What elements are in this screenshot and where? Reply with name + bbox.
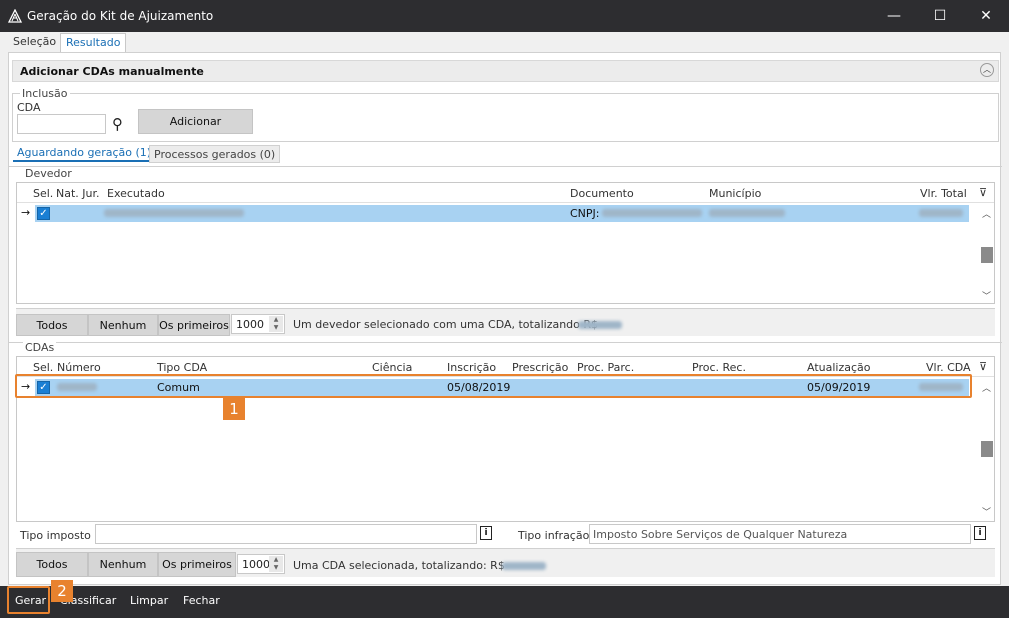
divider [9, 166, 1002, 167]
minimize-icon: — [887, 8, 901, 24]
col-atualizacao[interactable]: Atualização [807, 361, 871, 374]
adicionar-button[interactable]: Adicionar [138, 109, 253, 134]
maximize-button[interactable]: ☐ [917, 0, 963, 32]
count-value: 1000 [236, 318, 264, 331]
col-ciencia[interactable]: Ciência [372, 361, 412, 374]
maximize-icon: ☐ [933, 8, 947, 24]
scroll-thumb[interactable] [981, 441, 993, 457]
col-tipo-cda[interactable]: Tipo CDA [157, 361, 207, 374]
step-badge-2: 2 [51, 580, 73, 602]
resultado-panel: Adicionar CDAs manualmente ︿ Inclusão CD… [8, 52, 1002, 585]
highlight-cda-row [15, 374, 972, 398]
col-numero[interactable]: Número [57, 361, 101, 374]
section-title: Adicionar CDAs manualmente [20, 65, 204, 78]
tab-resultado[interactable]: Resultado [60, 33, 127, 52]
devedor-grid: Sel. Nat. Jur. Executado Documento Munic… [16, 182, 995, 304]
scroll-up-icon[interactable]: ︿ [979, 381, 994, 395]
devedor-toolbar: Todos Nenhum Os primeiros 1000 ▲ ▼ Um dev… [16, 308, 995, 336]
devedor-grid-header: Sel. Nat. Jur. Executado Documento Munic… [17, 183, 994, 203]
stepper-arrows-icon[interactable]: ▲ ▼ [269, 316, 283, 332]
os-primeiros-button[interactable]: Os primeiros [158, 314, 230, 336]
col-vlr-total[interactable]: Vlr. Total [920, 187, 967, 200]
close-button[interactable]: ✕ [963, 0, 1009, 32]
info-icon[interactable]: i [974, 526, 986, 540]
app-logo-icon [8, 9, 22, 23]
col-prescricao[interactable]: Prescrição [512, 361, 568, 374]
collapse-chevron-icon[interactable]: ︿ [980, 63, 994, 77]
documento-prefix: CNPJ: [570, 207, 600, 220]
col-vlr-cda[interactable]: Vlr. CDA [926, 361, 971, 374]
filter-icon[interactable]: ⊽ [979, 187, 991, 199]
vlr-total-value [919, 209, 963, 217]
cdas-total-value [502, 562, 546, 570]
devedor-summary: Um devedor selecionado com uma CDA, tota… [293, 318, 599, 331]
scroll-up-icon[interactable]: ︿ [979, 207, 994, 221]
table-row[interactable]: CNPJ: [35, 205, 969, 222]
todos-button[interactable]: Todos [16, 314, 88, 336]
bottom-action-bar: Gerar Classificar Limpar Fechar [0, 586, 1009, 618]
cdas-count-stepper[interactable]: 1000 ▲ ▼ [237, 554, 285, 574]
nenhum-button[interactable]: Nenhum [88, 552, 158, 577]
col-nat-jur[interactable]: Nat. Jur. [56, 187, 100, 200]
cdas-scrollbar[interactable]: ︿ ﹀ [979, 379, 994, 521]
row-pointer-arrow-icon: → [21, 206, 31, 219]
cdas-group-title: CDAs [23, 341, 57, 354]
col-sel[interactable]: Sel. [33, 187, 53, 200]
scroll-thumb[interactable] [981, 247, 993, 263]
minimize-button[interactable]: — [871, 0, 917, 32]
nenhum-button[interactable]: Nenhum [88, 314, 158, 336]
step-badge-1: 1 [223, 398, 245, 420]
cdas-toolbar: Todos Nenhum Os primeiros 1000 ▲ ▼ Uma CD… [16, 548, 995, 577]
devedor-scrollbar[interactable]: ︿ ﹀ [979, 205, 994, 303]
cda-label: CDA [17, 101, 41, 114]
scroll-down-icon[interactable]: ﹀ [979, 289, 994, 303]
count-value: 1000 [242, 558, 270, 571]
tipo-infracao-field[interactable]: Imposto Sobre Serviços de Qualquer Natur… [589, 524, 971, 544]
municipio-value [709, 209, 785, 217]
limpar-button[interactable]: Limpar [130, 594, 168, 607]
kit-ajuizamento-window: Geração do Kit de Ajuizamento — ☐ ✕ Sele… [0, 0, 1009, 618]
row-checkbox[interactable]: ✓ [37, 207, 50, 220]
divider [9, 342, 1002, 343]
title-bar: Geração do Kit de Ajuizamento — ☐ ✕ [0, 0, 1009, 32]
devedor-group-title: Devedor [23, 167, 74, 180]
col-sel[interactable]: Sel. [33, 361, 53, 374]
fechar-button[interactable]: Fechar [183, 594, 220, 607]
search-icon[interactable]: ⚲ [112, 115, 123, 133]
devedor-count-stepper[interactable]: 1000 ▲ ▼ [231, 314, 285, 334]
cdas-summary: Uma CDA selecionada, totalizando: R$ [293, 559, 505, 572]
scroll-down-icon[interactable]: ﹀ [979, 505, 994, 519]
cda-input[interactable] [17, 114, 106, 134]
section-header[interactable]: Adicionar CDAs manualmente ︿ [12, 60, 999, 82]
stepper-arrows-icon[interactable]: ▲ ▼ [269, 556, 283, 572]
close-icon: ✕ [980, 8, 992, 24]
devedor-total-value [578, 321, 622, 329]
filter-icon[interactable]: ⊽ [979, 361, 991, 373]
subtab-processos[interactable]: Processos gerados (0) [149, 145, 281, 163]
col-documento[interactable]: Documento [570, 187, 634, 200]
executado-value [104, 209, 244, 217]
col-proc-rec[interactable]: Proc. Rec. [692, 361, 746, 374]
window-title: Geração do Kit de Ajuizamento [27, 9, 214, 23]
col-municipio[interactable]: Município [709, 187, 761, 200]
col-proc-parc[interactable]: Proc. Parc. [577, 361, 634, 374]
info-icon[interactable]: i [480, 526, 492, 540]
todos-button[interactable]: Todos [16, 552, 88, 577]
os-primeiros-button[interactable]: Os primeiros [158, 552, 236, 577]
subtab-aguardando[interactable]: Aguardando geração (1) [13, 144, 156, 162]
tipo-imposto-field[interactable] [95, 524, 477, 544]
tipo-infracao-label: Tipo infração [518, 529, 590, 542]
inclusao-group-title: Inclusão [20, 87, 70, 100]
col-executado[interactable]: Executado [107, 187, 165, 200]
documento-value [602, 209, 702, 217]
tipo-imposto-label: Tipo imposto [20, 529, 91, 542]
tab-selecao[interactable]: Seleção [8, 33, 61, 52]
col-inscricao[interactable]: Inscrição [447, 361, 496, 374]
highlight-gerar [7, 586, 50, 614]
